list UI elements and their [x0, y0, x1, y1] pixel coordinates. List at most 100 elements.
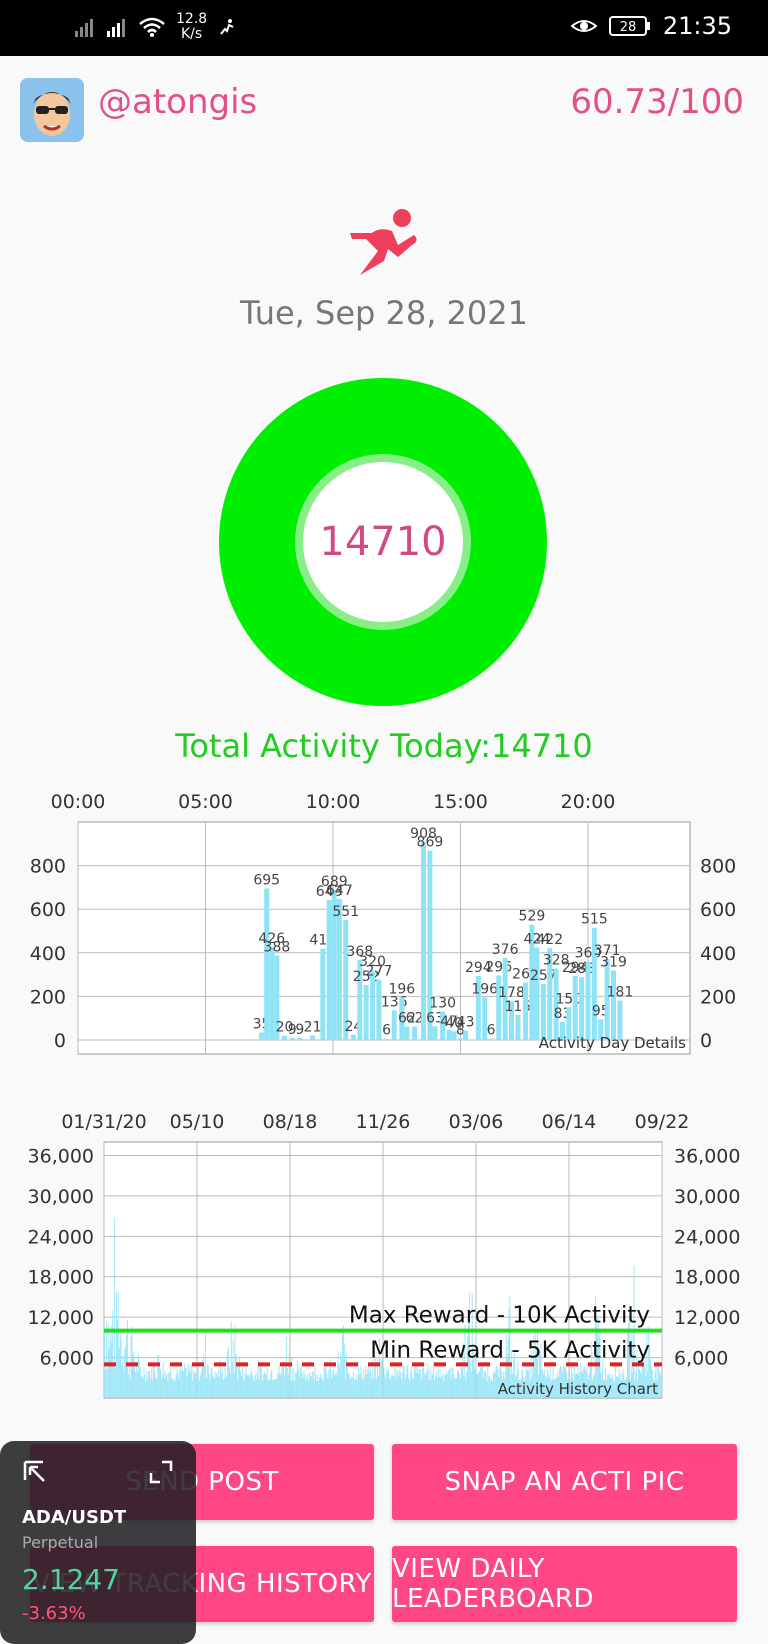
- history-bar: [155, 1377, 157, 1398]
- chart-caption: Activity History Chart: [498, 1380, 658, 1398]
- network-speed: 12.8 K/s: [176, 11, 208, 42]
- history-bar: [166, 1373, 168, 1398]
- bar: [523, 982, 529, 1040]
- history-bar: [235, 1353, 237, 1398]
- history-bar: [173, 1378, 175, 1398]
- history-bar: [272, 1379, 274, 1398]
- history-bar: [449, 1367, 451, 1398]
- history-bar: [231, 1362, 233, 1398]
- history-bar: [434, 1379, 435, 1398]
- history-bar: [152, 1364, 154, 1398]
- history-bar: [308, 1372, 310, 1398]
- history-bar: [211, 1367, 213, 1398]
- history-bar: [120, 1330, 122, 1398]
- history-bar: [286, 1368, 288, 1398]
- status-bar: 12.8 K/s 28 21:35: [0, 0, 768, 56]
- history-bar: [119, 1337, 121, 1398]
- history-bar: [358, 1374, 360, 1398]
- history-bar: [237, 1378, 239, 1398]
- history-bar: [180, 1363, 182, 1398]
- history-bar: [121, 1364, 123, 1398]
- score: 60.73/100: [570, 82, 744, 122]
- history-bar: [327, 1379, 329, 1398]
- snap-pic-button[interactable]: SNAP AN ACTI PIC: [392, 1444, 737, 1520]
- bar: [585, 961, 591, 1040]
- username[interactable]: @atongis: [98, 82, 257, 122]
- avatar[interactable]: [20, 78, 84, 142]
- ticker-pair: ADA/USDT: [22, 1507, 127, 1528]
- history-bar: [315, 1374, 317, 1398]
- bar-value-label: 376: [492, 942, 519, 958]
- history-bar: [368, 1372, 370, 1398]
- history-bar: [186, 1376, 188, 1398]
- history-bar: [334, 1374, 336, 1398]
- history-bar: [198, 1380, 200, 1398]
- history-bar: [222, 1380, 224, 1398]
- history-bar: [390, 1375, 392, 1398]
- history-bar: [479, 1371, 481, 1398]
- history-bar: [369, 1366, 371, 1398]
- history-bar: [215, 1371, 217, 1398]
- signal-icon: [75, 19, 93, 37]
- bar: [412, 1026, 418, 1040]
- history-bar: [323, 1367, 325, 1398]
- history-bar: [352, 1377, 354, 1398]
- history-bar: [337, 1350, 339, 1398]
- history-bar: [474, 1369, 476, 1398]
- history-bar: [382, 1375, 384, 1398]
- history-bar: [307, 1374, 309, 1398]
- history-bar: [343, 1325, 344, 1398]
- history-bar: [339, 1366, 341, 1398]
- history-bar: [289, 1364, 291, 1398]
- history-bar: [485, 1373, 487, 1398]
- history-bar: [115, 1368, 116, 1398]
- collapse-icon[interactable]: [22, 1459, 48, 1485]
- history-bar: [258, 1379, 260, 1398]
- history-bar: [429, 1368, 431, 1398]
- bar: [326, 899, 332, 1040]
- history-bar: [351, 1376, 353, 1398]
- history-bar: [213, 1376, 215, 1398]
- history-bar: [404, 1379, 406, 1398]
- history-bar: [241, 1367, 243, 1398]
- history-bar: [209, 1379, 211, 1398]
- history-bar: [230, 1321, 232, 1398]
- history-bar: [139, 1367, 141, 1398]
- history-bar: [201, 1367, 203, 1398]
- history-bar: [424, 1375, 426, 1398]
- history-bar: [457, 1370, 459, 1398]
- activity-ring: 14710: [219, 378, 547, 706]
- history-bar: [310, 1376, 312, 1398]
- history-bar: [374, 1365, 376, 1398]
- history-bar: [141, 1376, 143, 1398]
- y-tick-label-right: 24,000: [674, 1226, 740, 1248]
- bar: [432, 1026, 438, 1040]
- bar-value-label: 196: [471, 981, 498, 997]
- history-bar: [205, 1332, 207, 1398]
- history-bar: [321, 1379, 323, 1398]
- history-bar: [425, 1373, 427, 1398]
- x-tick-label: 20:00: [561, 791, 616, 813]
- history-bar: [402, 1364, 404, 1398]
- history-bar: [347, 1372, 349, 1398]
- history-bar: [104, 1370, 106, 1398]
- history-bar: [414, 1365, 416, 1398]
- bar-value-label: 130: [429, 996, 456, 1012]
- history-bar: [137, 1371, 139, 1398]
- history-bar: [356, 1379, 358, 1398]
- expand-icon[interactable]: [148, 1459, 174, 1485]
- bar: [264, 888, 270, 1040]
- history-bar: [256, 1372, 258, 1398]
- history-bar: [366, 1369, 368, 1398]
- history-bar: [140, 1375, 142, 1398]
- history-bar: [490, 1380, 492, 1398]
- price-ticker-widget[interactable]: ADA/USDT Perpetual 2.1247 -3.63%: [0, 1441, 196, 1644]
- history-bar: [293, 1368, 295, 1398]
- history-bar: [217, 1376, 219, 1398]
- history-bar: [147, 1379, 149, 1398]
- history-bar: [445, 1375, 447, 1398]
- history-bar: [333, 1375, 335, 1398]
- view-daily-leaderboard-button[interactable]: VIEW DAILY LEADERBOARD: [392, 1546, 737, 1622]
- history-bar: [144, 1375, 146, 1398]
- history-bar: [444, 1374, 446, 1398]
